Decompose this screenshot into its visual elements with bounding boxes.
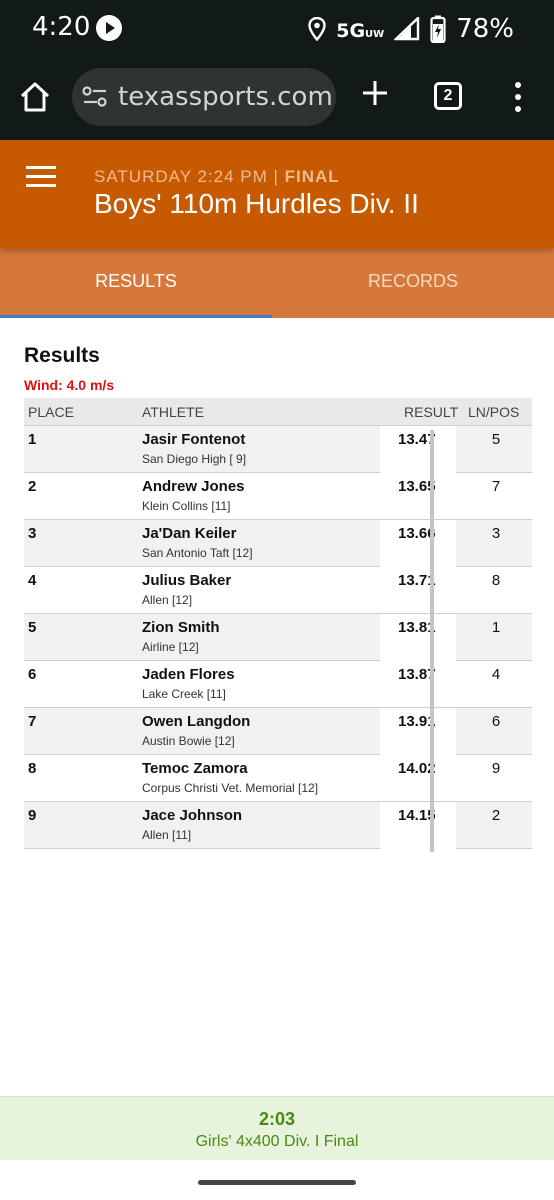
site-settings-icon[interactable] xyxy=(82,86,108,108)
network-type: 5GUW xyxy=(336,20,385,42)
url-text: texassports.com xyxy=(118,82,333,112)
event-title: Boys' 110m Hurdles Div. II xyxy=(94,188,419,219)
row-place: 5 xyxy=(28,619,37,636)
row-lane: 3 xyxy=(491,525,501,542)
table-row[interactable]: 9 Jace Johnson Allen [11] 14.15 2 xyxy=(24,802,532,849)
play-icon xyxy=(96,15,122,41)
table-row[interactable]: 7 Owen Langdon Austin Bowie [12] 13.91 6 xyxy=(24,708,532,755)
row-place: 1 xyxy=(28,431,37,448)
status-bar: 4:20 5GUW 78% xyxy=(0,0,554,56)
status-time: 4:20 xyxy=(32,12,91,42)
results-heading: Results xyxy=(24,344,100,367)
athlete-name[interactable]: Ja'Dan Keiler xyxy=(142,525,236,542)
row-lane: 9 xyxy=(491,760,501,777)
menu-icon[interactable] xyxy=(26,166,56,188)
athlete-name[interactable]: Andrew Jones xyxy=(142,478,245,495)
row-lane: 7 xyxy=(491,478,501,495)
athlete-name[interactable]: Jaden Flores xyxy=(142,666,235,683)
table-header: PLACE ATHLETE RESULT LN/POS xyxy=(24,398,532,426)
athlete-school: Corpus Christi Vet. Memorial [12] xyxy=(142,781,319,795)
table-row[interactable]: 2 Andrew Jones Klein Collins [11] 13.65 7 xyxy=(24,473,532,520)
row-lane: 6 xyxy=(491,713,501,730)
athlete-name[interactable]: Julius Baker xyxy=(142,572,231,589)
column-place: PLACE xyxy=(28,404,74,420)
signal-icon xyxy=(394,17,420,41)
athlete-school: Lake Creek [11] xyxy=(142,687,226,701)
table-row[interactable]: 5 Zion Smith Airline [12] 13.81 1 xyxy=(24,614,532,661)
tab-bar: RESULTS RECORDS xyxy=(0,248,554,318)
table-row[interactable]: 8 Temoc Zamora Corpus Christi Vet. Memoria… xyxy=(24,755,532,802)
athlete-school: San Diego High [ 9] xyxy=(142,452,247,466)
athlete-name[interactable]: Jasir Fontenot xyxy=(142,431,245,448)
athlete-name[interactable]: Zion Smith xyxy=(142,619,220,636)
location-icon xyxy=(308,17,326,41)
table-row[interactable]: 1 Jasir Fontenot San Diego High [ 9] 13.47 5 xyxy=(24,426,532,473)
row-place: 3 xyxy=(28,525,37,542)
tab-records[interactable]: RECORDS xyxy=(277,248,549,318)
result-column-divider xyxy=(430,430,434,852)
event-meta: SATURDAY 2:24 PM | FINAL xyxy=(94,167,340,186)
athlete-school: Austin Bowie [12] xyxy=(142,734,235,748)
column-lane: LN/POS xyxy=(468,404,520,420)
row-place: 6 xyxy=(28,666,37,683)
battery-icon xyxy=(430,15,446,43)
column-result: RESULT xyxy=(404,404,459,420)
athlete-name[interactable]: Temoc Zamora xyxy=(142,760,248,777)
row-lane: 8 xyxy=(491,572,501,589)
athlete-school: Airline [12] xyxy=(142,640,199,654)
plus-icon[interactable] xyxy=(360,78,390,108)
status-indicators: 5GUW 78% xyxy=(308,14,514,44)
table-body: 1 Jasir Fontenot San Diego High [ 9] 13.47 5… xyxy=(24,426,532,849)
address-bar[interactable]: texassports.com xyxy=(72,68,336,126)
browser-toolbar: texassports.com 2 xyxy=(0,56,554,140)
row-place: 9 xyxy=(28,807,37,824)
tab-switcher-icon[interactable]: 2 xyxy=(434,82,462,110)
athlete-school: Klein Collins [11] xyxy=(142,499,231,513)
active-tab-indicator xyxy=(0,315,272,318)
next-event-time: 2:03 xyxy=(258,1109,296,1129)
table-row[interactable]: 4 Julius Baker Allen [12] 13.71 8 xyxy=(24,567,532,614)
athlete-school: San Antonio Taft [12] xyxy=(142,546,253,560)
athlete-school: Allen [12] xyxy=(142,593,193,607)
row-place: 8 xyxy=(28,760,37,777)
gesture-handle[interactable] xyxy=(198,1180,356,1185)
more-vert-icon[interactable] xyxy=(508,80,528,114)
battery-percent: 78% xyxy=(456,14,514,44)
next-event-name: Girls' 4x400 Div. I Final xyxy=(195,1133,359,1150)
athlete-school: Allen [11] xyxy=(142,828,192,842)
event-header: SATURDAY 2:24 PM | FINAL Boys' 110m Hurd… xyxy=(0,140,554,248)
table-row[interactable]: 3 Ja'Dan Keiler San Antonio Taft [12] 13.66… xyxy=(24,520,532,567)
row-lane: 1 xyxy=(491,619,501,636)
results-table: PLACE ATHLETE RESULT LN/POS 1 Jasir Fonte… xyxy=(24,398,532,849)
row-lane: 5 xyxy=(491,431,501,448)
row-place: 4 xyxy=(28,572,37,589)
tab-results[interactable]: RESULTS xyxy=(0,248,272,318)
next-event-banner[interactable]: 2:03 Girls' 4x400 Div. I Final xyxy=(0,1096,554,1160)
table-row[interactable]: 6 Jaden Flores Lake Creek [11] 13.87 4 xyxy=(24,661,532,708)
home-icon[interactable] xyxy=(18,80,52,114)
athlete-name[interactable]: Owen Langdon xyxy=(142,713,250,730)
row-lane: 4 xyxy=(491,666,501,683)
wind-reading: Wind: 4.0 m/s xyxy=(24,377,115,393)
row-place: 2 xyxy=(28,478,37,495)
row-place: 7 xyxy=(28,713,37,730)
column-athlete: ATHLETE xyxy=(142,404,204,420)
athlete-name[interactable]: Jace Johnson xyxy=(142,807,242,824)
row-lane: 2 xyxy=(491,807,501,824)
